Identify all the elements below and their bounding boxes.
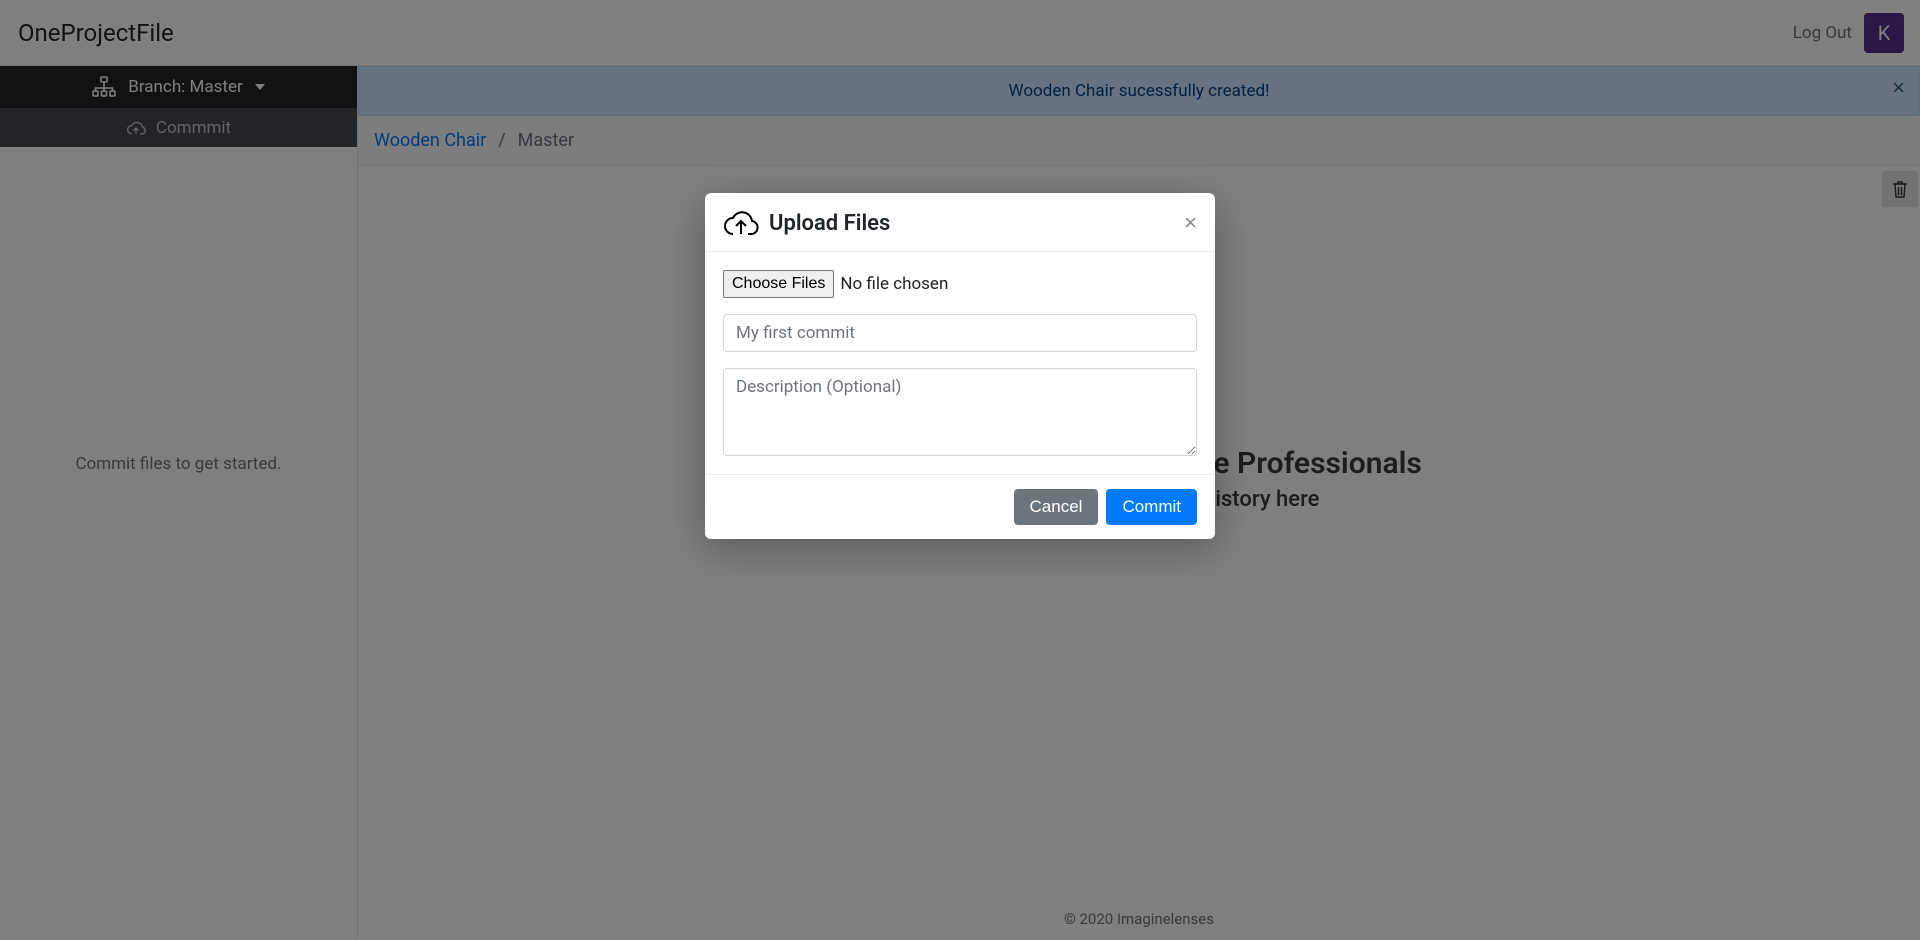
modal-overlay[interactable]: Upload Files × Choose Files No file chos…	[0, 0, 1920, 940]
commit-message-input[interactable]	[723, 314, 1197, 352]
modal-body: Choose Files No file chosen	[705, 252, 1215, 474]
choose-files-button[interactable]: Choose Files	[723, 270, 834, 298]
cancel-button[interactable]: Cancel	[1014, 489, 1099, 525]
description-input[interactable]	[723, 368, 1197, 456]
upload-modal: Upload Files × Choose Files No file chos…	[705, 193, 1215, 539]
commit-submit-button[interactable]: Commit	[1106, 489, 1197, 525]
modal-title: Upload Files	[769, 211, 1174, 236]
cloud-upload-icon	[723, 209, 759, 237]
modal-footer: Cancel Commit	[705, 474, 1215, 539]
close-icon: ×	[1184, 210, 1197, 235]
file-input-row: Choose Files No file chosen	[723, 270, 1197, 298]
file-chosen-status: No file chosen	[840, 274, 948, 294]
modal-header: Upload Files ×	[705, 193, 1215, 252]
modal-close-button[interactable]: ×	[1184, 212, 1197, 234]
